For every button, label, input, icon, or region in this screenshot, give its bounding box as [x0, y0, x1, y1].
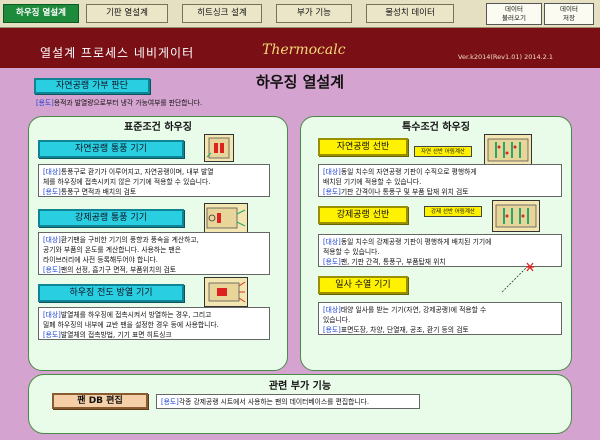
desc-line: [대상]동일 치수의 자연공랭 기판이 수직으로 평행하게	[323, 167, 557, 177]
desc-tag: [대상]	[323, 238, 341, 246]
desc-line: [용도]팬의 선정, 흡기구 면적, 부품위치의 검토	[43, 265, 265, 275]
save-data-label-1: 데이터	[560, 5, 578, 13]
desc-tag: [대상]	[43, 311, 61, 319]
app-brand: Thermocalc	[262, 42, 346, 58]
natural-vent-device-icon	[204, 134, 234, 162]
desc-text: 발열체의 접촉방법, 기기 표면 히트싱크	[60, 331, 172, 339]
solar-device-icon	[498, 262, 538, 296]
forced-cooling-shelf-button[interactable]: 강제공랭 선반	[318, 206, 408, 224]
solar-heat-device-button[interactable]: 일사 수열 기기	[318, 276, 408, 294]
desc-tag: [대상]	[43, 236, 61, 244]
desc-text: 체를 하우징에 접촉시키지 않은 기기에 적용할 수 있습니다.	[43, 178, 211, 186]
feasibility-description: [용도]용적과 발열량으로부터 냉각 가능여부를 판단합니다.	[36, 98, 202, 108]
desc-tag: [대상]	[323, 168, 341, 176]
desc-tag: [용도]	[43, 266, 61, 274]
app-title: 열설계 프로세스 네비게이터	[40, 46, 195, 60]
fan-db-text: 각종 강제공랭 시트에서 사용하는 팬의 데이터베이스를 편집합니다.	[178, 398, 370, 406]
desc-text: 공기와 부품의 온도를 계산합니다. 사용하는 팬은	[43, 246, 182, 254]
desc-text: 팬의 선정, 흡기구 면적, 부품위치의 검토	[60, 266, 176, 274]
desc-text: 있습니다.	[323, 316, 351, 324]
natural-shelf-description: [대상]동일 치수의 자연공랭 기판이 수직으로 평행하게 배치된 기기에 적용…	[318, 164, 562, 197]
desc-line: [대상]환기팬을 구비한 기기의 풍향과 풍속을 계산하고,	[43, 235, 265, 245]
tab-material-data[interactable]: 물성치 데이터	[366, 4, 454, 23]
natural-shelf-icon	[484, 134, 532, 166]
related-functions-heading: 관련 부가 기능	[268, 381, 332, 392]
desc-text: 밀폐 하우징의 내부에 교반 팬을 설정한 경우 등에 사용합니다.	[43, 321, 219, 329]
desc-line: [용도]발열체의 접촉방법, 기기 표면 히트싱크	[43, 330, 265, 340]
tab-heatsink-design[interactable]: 히트싱크 설계	[182, 4, 262, 23]
save-data-button[interactable]: 데이터 저장	[544, 3, 594, 25]
desc-text: 통풍구 면적과 배치의 검토	[60, 188, 137, 196]
load-data-label-2: 불러오기	[502, 14, 526, 22]
tab-housing-thermal-design[interactable]: 하우징 열설계	[3, 4, 79, 23]
usage-tag: [용도]	[36, 99, 54, 107]
version-label: Ver.k2014(Rev1.01) 2014.2.1	[458, 53, 554, 61]
desc-text: 통풍구로 환기가 이루어지고, 자연공랭이며, 내부 발열	[60, 168, 214, 176]
fan-db-description: [용도]각종 강제공랭 시트에서 사용하는 팬의 데이터베이스를 편집합니다.	[156, 394, 420, 409]
forced-shelf-estimate-button[interactable]: 강제 선반 어림계산	[424, 206, 482, 217]
tab-additional-functions[interactable]: 부가 기능	[276, 4, 352, 23]
desc-text: 동일 치수의 자연공랭 기판이 수직으로 평행하게	[340, 168, 477, 176]
desc-line: [대상]동일 치수의 강제공랭 기판이 평행하게 배치된 기기에	[323, 237, 557, 247]
desc-line: 밀폐 하우징의 내부에 교반 팬을 설정한 경우 등에 사용합니다.	[43, 320, 265, 330]
desc-text: 태양 일사를 받는 기기(자연, 강제공랭)에 적용할 수	[340, 306, 487, 314]
natural-cooling-vent-device-button[interactable]: 자연공랭 통풍 기기	[38, 140, 184, 158]
load-data-button[interactable]: 데이터 불러오기	[486, 3, 542, 25]
fan-db-edit-button[interactable]: 팬 DB 편집	[52, 393, 148, 409]
desc-line: [용도]기판 간격이나 통풍구 및 부품 탑재 위치 검토	[323, 187, 557, 197]
desc-tag: [용도]	[323, 326, 341, 334]
desc-tag: [용도]	[43, 188, 61, 196]
forced-shelf-icon	[492, 200, 540, 232]
desc-tag: [대상]	[323, 306, 341, 314]
save-data-label-2: 저장	[563, 14, 575, 22]
desc-tag: [용도]	[43, 331, 61, 339]
tab-board-thermal-design[interactable]: 기판 열설계	[86, 4, 168, 23]
desc-text: 동일 치수의 강제공랭 기판이 평행하게 배치된 기기에	[340, 238, 492, 246]
desc-tag: [용도]	[323, 188, 341, 196]
desc-line: [용도]표면도장, 차양, 단열재, 공조, 환기 등의 검토	[323, 325, 557, 335]
desc-line: [대상]태양 일사를 받는 기기(자연, 강제공랭)에 적용할 수	[323, 305, 557, 315]
desc-text: 팬, 기판 간격, 통풍구, 부품탑재 위치	[340, 258, 446, 266]
natural-cooling-shelf-button[interactable]: 자연공랭 선반	[318, 138, 408, 156]
desc-tag: [용도]	[323, 258, 341, 266]
standard-housing-heading: 표준조건 하우징	[124, 122, 192, 133]
desc-text: 표면도장, 차양, 단열재, 공조, 환기 등의 검토	[340, 326, 469, 334]
natural-shelf-estimate-button[interactable]: 자연 선반 어림계산	[414, 146, 472, 157]
desc-line: [대상]통풍구로 환기가 이루어지고, 자연공랭이며, 내부 발열	[43, 167, 265, 177]
desc-text: 환기팬을 구비한 기기의 풍향과 풍속을 계산하고,	[60, 236, 199, 244]
special-housing-heading: 특수조건 하우징	[402, 122, 470, 133]
desc-text: 적용할 수 있습니다.	[323, 248, 380, 256]
natural-vent-device-description: [대상]통풍구로 환기가 이루어지고, 자연공랭이며, 내부 발열 체를 하우징…	[38, 164, 270, 197]
desc-text: 발열체를 하우징에 접촉시켜서 방열하는 경우, 그리고	[60, 311, 212, 319]
forced-cooling-vent-device-button[interactable]: 강제공랭 통풍 기기	[38, 209, 184, 227]
desc-text: 배치된 기기에 적용할 수 있습니다.	[323, 178, 422, 186]
desc-tag: [대상]	[43, 168, 61, 176]
desc-text: 라이브러리에 사전 등록해두어야 합니다.	[43, 256, 158, 264]
housing-conduction-device-button[interactable]: 하우징 전도 방열 기기	[38, 284, 184, 302]
natural-cooling-feasibility-button[interactable]: 자연공랭 가부 판단	[34, 78, 150, 94]
feasibility-text: 용적과 발열량으로부터 냉각 가능여부를 판단합니다.	[53, 99, 203, 107]
forced-vent-device-icon	[204, 203, 248, 233]
desc-line: [용도]통풍구 면적과 배치의 검토	[43, 187, 265, 197]
desc-line: 있습니다.	[323, 315, 557, 325]
usage-tag: [용도]	[161, 398, 179, 406]
solar-device-description: [대상]태양 일사를 받는 기기(자연, 강제공랭)에 적용할 수 있습니다. …	[318, 302, 562, 335]
desc-line: 배치된 기기에 적용할 수 있습니다.	[323, 177, 557, 187]
desc-text: 기판 간격이나 통풍구 및 부품 탑재 위치 검토	[340, 188, 469, 196]
desc-line: 라이브러리에 사전 등록해두어야 합니다.	[43, 255, 265, 265]
desc-line: [대상]발열체를 하우징에 접촉시켜서 방열하는 경우, 그리고	[43, 310, 265, 320]
conduction-device-description: [대상]발열체를 하우징에 접촉시켜서 방열하는 경우, 그리고 밀폐 하우징의…	[38, 307, 270, 340]
conduction-device-icon	[204, 277, 248, 307]
forced-vent-device-description: [대상]환기팬을 구비한 기기의 풍향과 풍속을 계산하고, 공기와 부품의 온…	[38, 232, 270, 275]
desc-line: 공기와 부품의 온도를 계산합니다. 사용하는 팬은	[43, 245, 265, 255]
desc-line: 체를 하우징에 접촉시키지 않은 기기에 적용할 수 있습니다.	[43, 177, 265, 187]
desc-line: 적용할 수 있습니다.	[323, 247, 557, 257]
load-data-label-1: 데이터	[505, 5, 523, 13]
